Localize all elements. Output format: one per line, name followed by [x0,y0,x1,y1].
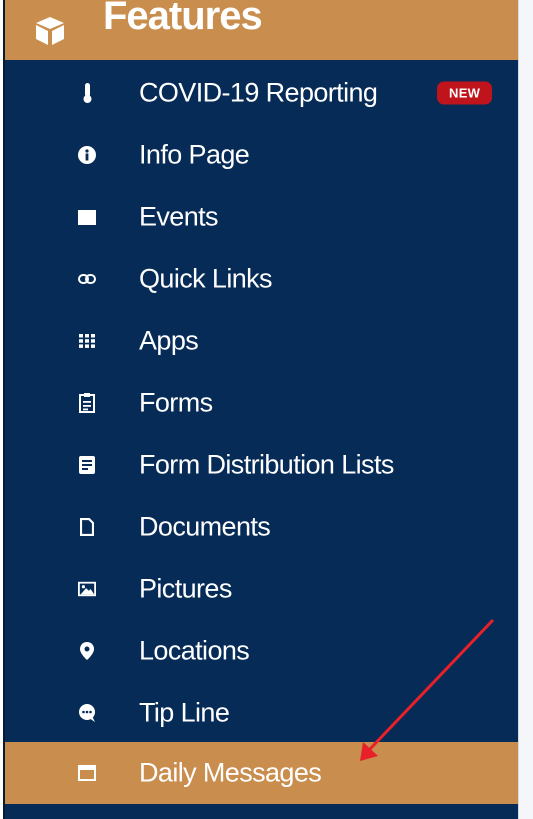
sidebar-item-pictures[interactable]: Pictures [5,558,518,620]
map-marker-icon [78,642,96,660]
content-edge [518,0,533,819]
sidebar-item-apps[interactable]: Apps [5,310,518,372]
sidebar-item-label: Pictures [139,573,232,604]
sidebar-item-daily-messages[interactable]: Daily Messages [5,742,518,804]
sidebar-item-label: Locations [139,635,250,666]
sidebar-item-info-page[interactable]: Info Page [5,124,518,186]
sidebar-item-label: Daily Messages [139,757,322,788]
info-circle-icon [78,146,96,164]
sidebar-item-documents[interactable]: Documents [5,496,518,558]
chat-bubble-icon [78,704,96,722]
sidebar-item-events[interactable]: Events [5,186,518,248]
sidebar-item-label: COVID-19 Reporting [139,77,378,108]
new-badge: NEW [437,81,493,105]
features-header[interactable]: Features [5,0,518,60]
sidebar-item-forms[interactable]: Forms [5,372,518,434]
sidebar-item-label: Events [139,201,219,232]
sidebar-item-tip-line[interactable]: Tip Line [5,682,518,744]
features-title: Features [103,0,263,38]
sidebar-item-locations[interactable]: Locations [5,620,518,682]
grid-icon [78,332,96,350]
list-icon [78,456,96,474]
sidebar-item-label: Quick Links [139,263,273,294]
clipboard-icon [78,393,96,413]
sidebar-footer [5,804,518,819]
thermometer-icon [78,83,96,103]
sidebar-item-label: Info Page [139,139,250,170]
features-sidebar: Features COVID-19 Reporting NEW Info Pag… [5,0,518,819]
sidebar-item-label: Apps [139,325,199,356]
sidebar-item-covid-19-reporting[interactable]: COVID-19 Reporting NEW [5,62,518,124]
sidebar-item-quick-links[interactable]: Quick Links [5,248,518,310]
image-icon [78,580,96,598]
calendar-icon [78,208,96,226]
sidebar-item-label: Forms [139,387,213,418]
screenshot-frame: Features COVID-19 Reporting NEW Info Pag… [0,0,533,819]
sidebar-item-label: Form Distribution Lists [139,449,394,480]
sidebar-item-form-distribution-lists[interactable]: Form Distribution Lists [5,434,518,496]
cube-icon [36,17,64,45]
sidebar-item-label: Documents [139,511,271,542]
calendar-blank-icon [78,764,96,782]
document-icon [78,518,96,536]
link-icon [78,270,96,288]
sidebar-item-label: Tip Line [139,697,230,728]
